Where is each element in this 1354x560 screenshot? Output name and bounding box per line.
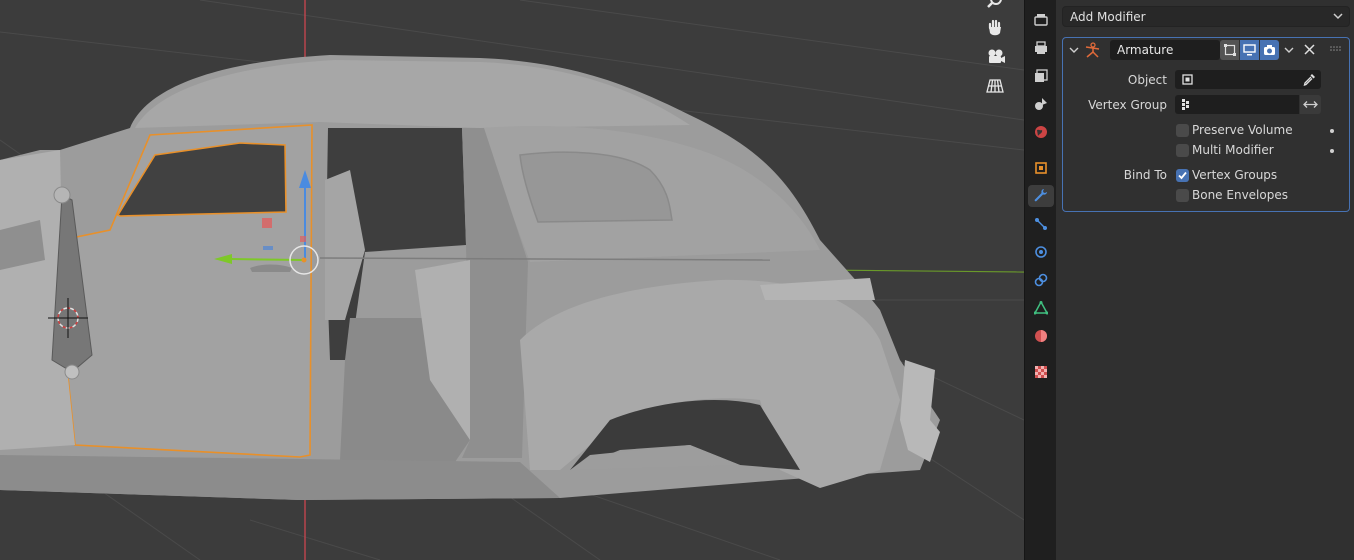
close-icon[interactable] <box>1304 44 1315 55</box>
chevron-down-icon <box>1333 13 1343 20</box>
modifier-menu-chevron-icon[interactable] <box>1284 45 1294 55</box>
texture-icon[interactable] <box>1030 361 1052 383</box>
multi-modifier-checkbox[interactable] <box>1176 144 1189 157</box>
edit-mode-toggle[interactable] <box>1220 40 1239 60</box>
properties-panel: Add Modifier Armature Object Vertex Grou… <box>1056 0 1354 560</box>
properties-tab-strip <box>1024 0 1057 560</box>
3d-viewport[interactable] <box>0 0 1024 560</box>
scene-icon[interactable] <box>1030 93 1052 115</box>
particles-icon[interactable] <box>1030 213 1052 235</box>
vertex-groups-label: Vertex Groups <box>1192 168 1278 182</box>
keyframe-dot-icon[interactable] <box>1330 149 1334 153</box>
object-data-icon[interactable] <box>1030 297 1052 319</box>
add-modifier-dropdown[interactable]: Add Modifier <box>1062 6 1350 27</box>
modifier-wrench-icon[interactable] <box>1028 185 1054 207</box>
modifier-name: Armature <box>1117 43 1174 57</box>
object-icon[interactable] <box>1030 157 1052 179</box>
realtime-toggle[interactable] <box>1240 40 1259 60</box>
bone-envelopes-checkbox[interactable] <box>1176 189 1189 202</box>
render-camera-icon <box>1264 45 1275 55</box>
object-label: Object <box>1127 73 1167 87</box>
world-icon[interactable] <box>1030 121 1052 143</box>
vertex-groups-checkbox[interactable] <box>1176 169 1189 182</box>
render-toggle[interactable] <box>1260 40 1279 60</box>
render-icon[interactable] <box>1030 9 1052 31</box>
add-modifier-label: Add Modifier <box>1070 9 1146 24</box>
vertex-group-label: Vertex Group <box>1088 98 1167 112</box>
constraints-icon[interactable] <box>1030 269 1052 291</box>
invert-vertex-group-toggle[interactable] <box>1300 95 1321 114</box>
eyedropper-icon[interactable] <box>1303 73 1316 86</box>
hand-pan-icon[interactable] <box>986 19 1016 47</box>
output-icon[interactable] <box>1030 37 1052 59</box>
object-field[interactable] <box>1175 70 1321 89</box>
physics-icon[interactable] <box>1030 241 1052 263</box>
bone-envelopes-label: Bone Envelopes <box>1192 188 1288 202</box>
preserve-volume-checkbox[interactable] <box>1176 124 1189 137</box>
camera-icon[interactable] <box>986 48 1016 76</box>
monitor-icon <box>1243 44 1256 56</box>
modifier-name-field[interactable]: Armature <box>1110 40 1220 60</box>
armature-icon <box>1085 42 1100 58</box>
viewport-scene <box>0 0 1024 560</box>
material-icon[interactable] <box>1030 325 1052 347</box>
multi-modifier-label: Multi Modifier <box>1192 143 1274 157</box>
grid-perspective-icon[interactable] <box>986 78 1016 106</box>
vertex-group-field[interactable] <box>1175 95 1299 114</box>
double-arrow-icon <box>1303 101 1318 108</box>
drag-handle-icon[interactable] <box>1330 46 1342 52</box>
armature-modifier-panel: Armature Object Vertex Group Preserve Vo… <box>1062 37 1350 212</box>
car-model <box>0 55 940 500</box>
preserve-volume-label: Preserve Volume <box>1192 123 1293 137</box>
view-layer-icon[interactable] <box>1030 65 1052 87</box>
edit-mode-icon <box>1223 44 1236 56</box>
keyframe-dot-icon[interactable] <box>1330 129 1334 133</box>
vertex-group-icon <box>1182 99 1189 110</box>
bind-to-label: Bind To <box>1123 168 1167 182</box>
collapse-chevron-icon[interactable] <box>1069 45 1079 55</box>
checkmark-icon <box>1178 171 1187 180</box>
object-square-icon <box>1182 74 1193 85</box>
